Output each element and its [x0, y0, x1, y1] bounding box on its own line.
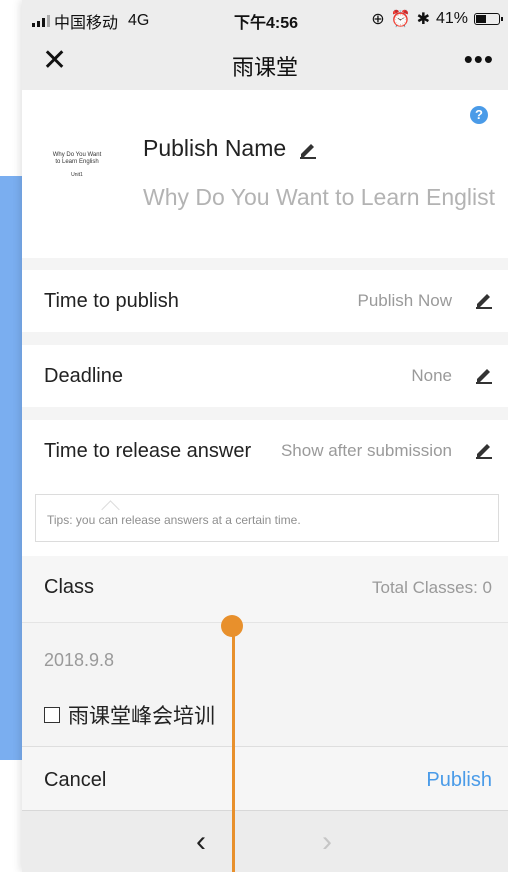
publish-name-row[interactable]: Publish Name [143, 135, 318, 162]
annotation-marker-dot [221, 615, 243, 637]
slide-thumbnail: Why Do You Want to Learn English Unit1 [42, 152, 112, 192]
deadline-label: Deadline [44, 365, 123, 387]
class-date: 2018.9.8 [44, 650, 115, 670]
thumbnail-line-3: Unit1 [71, 172, 83, 178]
release-answer-value: Show after submission [280, 441, 452, 460]
alarm-icon: ⏰ [390, 11, 411, 28]
thumbnail-line-1: Why Do You Want [52, 152, 102, 158]
class-label: Class [44, 576, 95, 598]
carrier-name: 中国移动 [54, 15, 119, 32]
status-time: 下午4:56 [234, 15, 299, 32]
nav-bar: ✕ 雨课堂 ••• [22, 36, 508, 90]
release-answer-label: Time to release answer [44, 440, 252, 462]
class-checkbox[interactable] [44, 707, 60, 723]
status-bar: 中国移动 4G 下午4:56 ⊕ ⏰ ✱ 41% [22, 0, 508, 36]
signal-icon [32, 15, 50, 27]
time-to-publish-value: Publish Now [357, 291, 453, 310]
annotation-marker-line [232, 625, 235, 872]
class-count: Total Classes: 0 [372, 578, 492, 597]
thumbnail-line-2: to Learn English [55, 159, 99, 165]
forward-arrow-icon[interactable]: › [322, 825, 332, 859]
deadline-row[interactable]: Deadline None [22, 345, 508, 407]
publish-button[interactable]: Publish [426, 769, 492, 792]
battery-percent: 41% [435, 10, 468, 27]
back-arrow-icon[interactable]: ‹ [196, 825, 206, 859]
edit-pencil-icon[interactable] [474, 364, 494, 384]
action-bar: Cancel Publish [22, 746, 508, 811]
tips-section: Tips: you can release answers at a certa… [22, 480, 508, 556]
page-title: 雨课堂 [231, 55, 298, 80]
tips-text: Tips: you can release answers at a certa… [47, 513, 301, 527]
deadline-value: None [411, 366, 452, 385]
edit-pencil-icon[interactable] [474, 289, 494, 309]
browser-toolbar: ‹ › [22, 810, 508, 872]
time-to-publish-row[interactable]: Time to publish Publish Now [22, 270, 508, 332]
status-right: ⊕ ⏰ ✱ 41% [371, 9, 503, 29]
edit-pencil-icon[interactable] [298, 139, 318, 159]
time-to-publish-label: Time to publish [44, 290, 179, 312]
publish-name-value: Why Do You Want to Learn Englist [143, 184, 496, 210]
tips-box: Tips: you can release answers at a certa… [35, 494, 499, 542]
orientation-lock-icon: ⊕ [371, 11, 385, 28]
edit-pencil-icon[interactable] [474, 439, 494, 459]
phone-screen: 中国移动 4G 下午4:56 ⊕ ⏰ ✱ 41% ✕ 雨课堂 ••• ? Why… [22, 0, 508, 872]
class-item-label: 雨课堂峰会培训 [68, 705, 215, 728]
class-item[interactable]: 雨课堂峰会培训 [44, 700, 215, 730]
more-icon[interactable]: ••• [464, 44, 494, 75]
battery-icon [474, 13, 503, 25]
cancel-button[interactable]: Cancel [44, 769, 106, 792]
network-type: 4G [128, 12, 150, 29]
release-answer-row[interactable]: Time to release answer Show after submis… [22, 420, 508, 480]
side-strip [0, 176, 22, 760]
bluetooth-icon: ✱ [416, 11, 430, 28]
publish-name-label: Publish Name [143, 135, 287, 161]
class-row[interactable]: Class Total Classes: 0 [22, 556, 508, 623]
status-left: 中国移动 4G [32, 9, 149, 33]
help-icon[interactable]: ? [470, 106, 488, 124]
publish-header-card: ? Why Do You Want to Learn English Unit1… [22, 90, 508, 258]
